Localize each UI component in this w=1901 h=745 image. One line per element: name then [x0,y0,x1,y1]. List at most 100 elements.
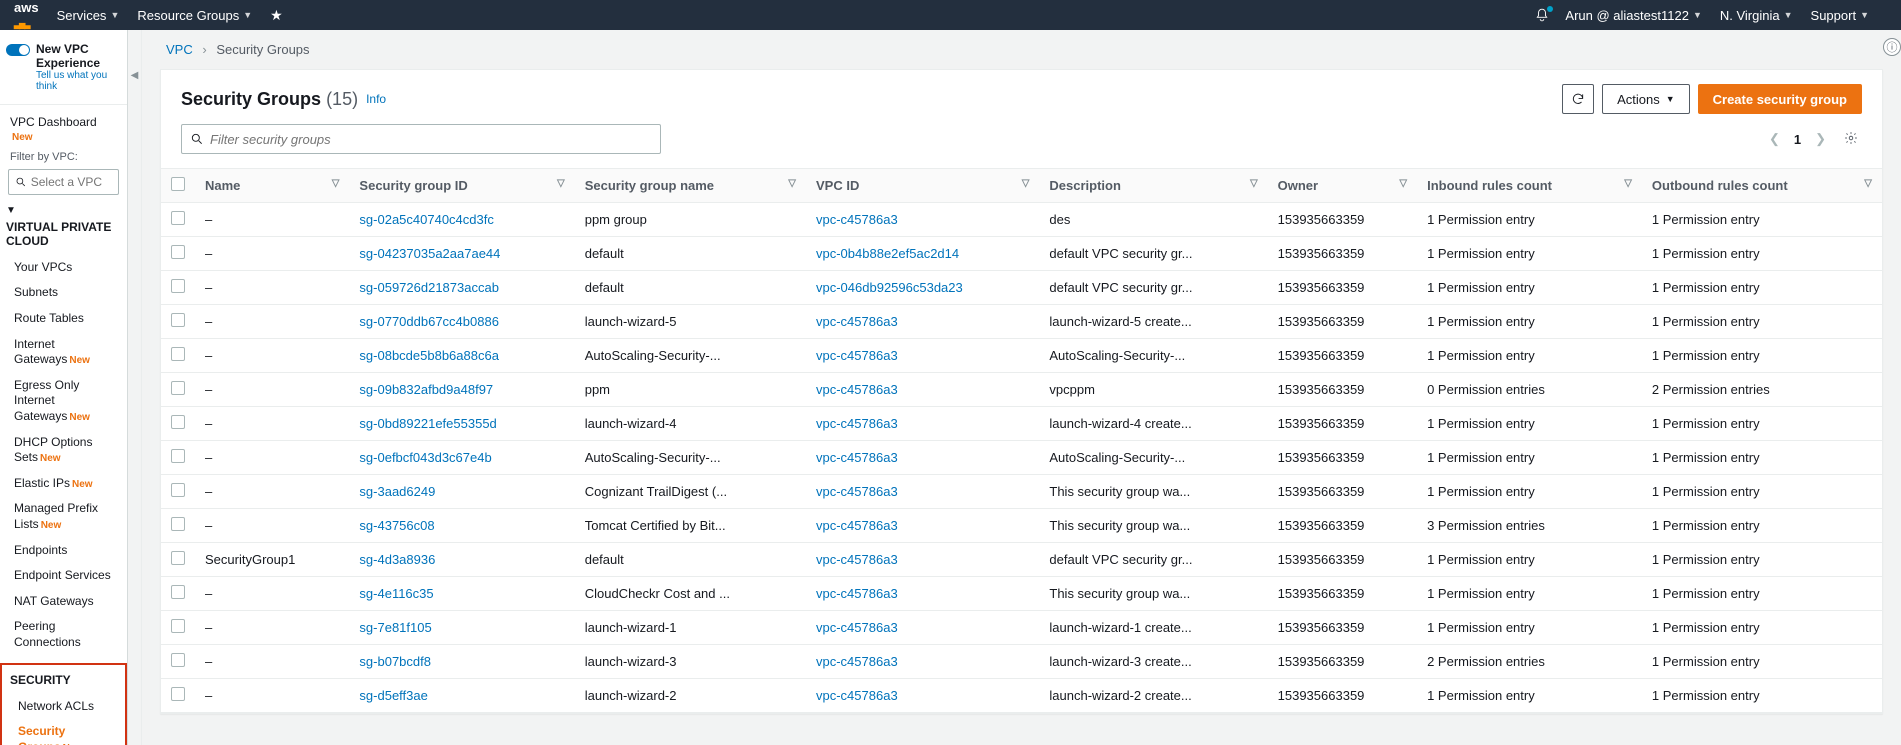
table-row[interactable]: –sg-43756c08Tomcat Certified by Bit...vp… [161,509,1882,543]
sgid-link[interactable]: sg-059726d21873accab [359,280,499,295]
vpc-link[interactable]: vpc-c45786a3 [816,586,898,601]
page-next-icon[interactable]: ❯ [1811,127,1830,151]
table-row[interactable]: –sg-059726d21873accabdefaultvpc-046db925… [161,271,1882,305]
col-sgname[interactable]: Security group name▽ [575,169,806,203]
row-checkbox[interactable] [171,381,185,395]
filter-vpc-select[interactable] [8,169,119,195]
sidebar-item[interactable]: Peering Connections [6,614,121,655]
refresh-button[interactable] [1562,84,1594,114]
aws-logo[interactable]: aws ▃▅▃ [14,0,39,30]
row-checkbox[interactable] [171,483,185,497]
col-inbound[interactable]: Inbound rules count▽ [1417,169,1642,203]
row-checkbox[interactable] [171,211,185,225]
row-checkbox[interactable] [171,347,185,361]
row-checkbox[interactable] [171,653,185,667]
sidebar-item[interactable]: Managed Prefix ListsNew [6,496,121,537]
actions-button[interactable]: Actions ▼ [1602,84,1690,114]
table-row[interactable]: SecurityGroup1sg-4d3a8936defaultvpc-c457… [161,543,1882,577]
sgid-link[interactable]: sg-b07bcdf8 [359,654,431,669]
col-owner[interactable]: Owner▽ [1268,169,1417,203]
sgid-link[interactable]: sg-d5eff3ae [359,688,427,703]
breadcrumb-vpc[interactable]: VPC [166,42,193,57]
sidebar-item[interactable]: Endpoint Services [6,563,121,589]
filter-vpc-input[interactable] [31,175,112,189]
row-checkbox[interactable] [171,687,185,701]
filter-input[interactable] [210,132,652,147]
sidebar-collapse-handle[interactable]: ◀ [128,30,142,745]
sidebar-item[interactable]: Endpoints [6,538,121,564]
sidebar-item[interactable]: Network ACLs [10,694,117,720]
info-panel-toggle[interactable]: ⓘ [1883,38,1901,56]
vpc-link[interactable]: vpc-c45786a3 [816,416,898,431]
info-link[interactable]: Info [366,92,386,106]
vpc-link[interactable]: vpc-c45786a3 [816,450,898,465]
vpc-link[interactable]: vpc-c45786a3 [816,620,898,635]
sgid-link[interactable]: sg-04237035a2aa7ae44 [359,246,500,261]
row-checkbox[interactable] [171,415,185,429]
nav-region[interactable]: N. Virginia ▼ [1720,8,1793,23]
sgid-link[interactable]: sg-02a5c40740c4cd3fc [359,212,493,227]
page-prev-icon[interactable]: ❮ [1765,127,1784,151]
vpc-link[interactable]: vpc-c45786a3 [816,552,898,567]
sidebar-item[interactable]: Egress Only Internet GatewaysNew [6,373,121,430]
sidebar-vpc-dashboard[interactable]: VPC Dashboard New [6,109,121,149]
vpc-link[interactable]: vpc-046db92596c53da23 [816,280,963,295]
vpc-link[interactable]: vpc-c45786a3 [816,212,898,227]
col-outbound[interactable]: Outbound rules count▽ [1642,169,1882,203]
row-checkbox[interactable] [171,245,185,259]
sgid-link[interactable]: sg-7e81f105 [359,620,431,635]
vpc-link[interactable]: vpc-0b4b88e2ef5ac2d14 [816,246,959,261]
sidebar-item[interactable]: Your VPCs [6,255,121,281]
sgid-link[interactable]: sg-0bd89221efe55355d [359,416,496,431]
row-checkbox[interactable] [171,449,185,463]
table-row[interactable]: –sg-7e81f105launch-wizard-1vpc-c45786a3l… [161,611,1882,645]
table-row[interactable]: –sg-0efbcf043d3c67e4bAutoScaling-Securit… [161,441,1882,475]
notifications-icon[interactable] [1535,8,1549,22]
vpc-link[interactable]: vpc-c45786a3 [816,654,898,669]
vpc-link[interactable]: vpc-c45786a3 [816,382,898,397]
sgid-link[interactable]: sg-4e116c35 [359,586,433,601]
table-row[interactable]: –sg-3aad6249Cognizant TrailDigest (...vp… [161,475,1882,509]
section-caret-icon[interactable]: ▼ [6,205,121,218]
table-row[interactable]: –sg-04237035a2aa7ae44defaultvpc-0b4b88e2… [161,237,1882,271]
nav-account[interactable]: Arun @ aliastest1122 ▼ [1565,8,1701,23]
table-row[interactable]: –sg-08bcde5b8b6a88c6aAutoScaling-Securit… [161,339,1882,373]
sgid-link[interactable]: sg-0770ddb67cc4b0886 [359,314,499,329]
new-vpc-experience-toggle[interactable]: New VPC Experience Tell us what you thin… [6,38,121,100]
nav-services[interactable]: Services ▼ [57,8,120,23]
vpc-link[interactable]: vpc-c45786a3 [816,348,898,363]
row-checkbox[interactable] [171,551,185,565]
table-row[interactable]: –sg-b07bcdf8launch-wizard-3vpc-c45786a3l… [161,645,1882,679]
toggle-switch-icon[interactable] [6,44,30,56]
settings-gear-icon[interactable] [1840,127,1862,152]
row-checkbox[interactable] [171,279,185,293]
vpc-link[interactable]: vpc-c45786a3 [816,314,898,329]
create-security-group-button[interactable]: Create security group [1698,84,1862,114]
nav-resource-groups[interactable]: Resource Groups ▼ [137,8,252,23]
tell-us-link[interactable]: Tell us what you think [36,70,107,92]
row-checkbox[interactable] [171,313,185,327]
sgid-link[interactable]: sg-3aad6249 [359,484,435,499]
sgid-link[interactable]: sg-43756c08 [359,518,434,533]
sgid-link[interactable]: sg-09b832afbd9a48f97 [359,382,493,397]
vpc-link[interactable]: vpc-c45786a3 [816,688,898,703]
table-row[interactable]: –sg-02a5c40740c4cd3fcppm groupvpc-c45786… [161,203,1882,237]
table-row[interactable]: –sg-d5eff3aelaunch-wizard-2vpc-c45786a3l… [161,679,1882,713]
table-row[interactable]: –sg-09b832afbd9a48f97ppmvpc-c45786a3vpcp… [161,373,1882,407]
sgid-link[interactable]: sg-08bcde5b8b6a88c6a [359,348,499,363]
sidebar-item[interactable]: Route Tables [6,306,121,332]
sidebar-item[interactable]: DHCP Options SetsNew [6,430,121,471]
vpc-link[interactable]: vpc-c45786a3 [816,484,898,499]
col-desc[interactable]: Description▽ [1039,169,1267,203]
row-checkbox[interactable] [171,517,185,531]
sgid-link[interactable]: sg-0efbcf043d3c67e4b [359,450,491,465]
vpc-link[interactable]: vpc-c45786a3 [816,518,898,533]
table-row[interactable]: –sg-4e116c35CloudCheckr Cost and ...vpc-… [161,577,1882,611]
filter-security-groups[interactable] [181,124,661,154]
sidebar-item[interactable]: Security GroupsNew [10,719,117,745]
col-name[interactable]: Name▽ [195,169,349,203]
sidebar-item[interactable]: Internet GatewaysNew [6,332,121,373]
sgid-link[interactable]: sg-4d3a8936 [359,552,435,567]
row-checkbox[interactable] [171,585,185,599]
nav-pin-icon[interactable]: ★ [270,7,283,24]
